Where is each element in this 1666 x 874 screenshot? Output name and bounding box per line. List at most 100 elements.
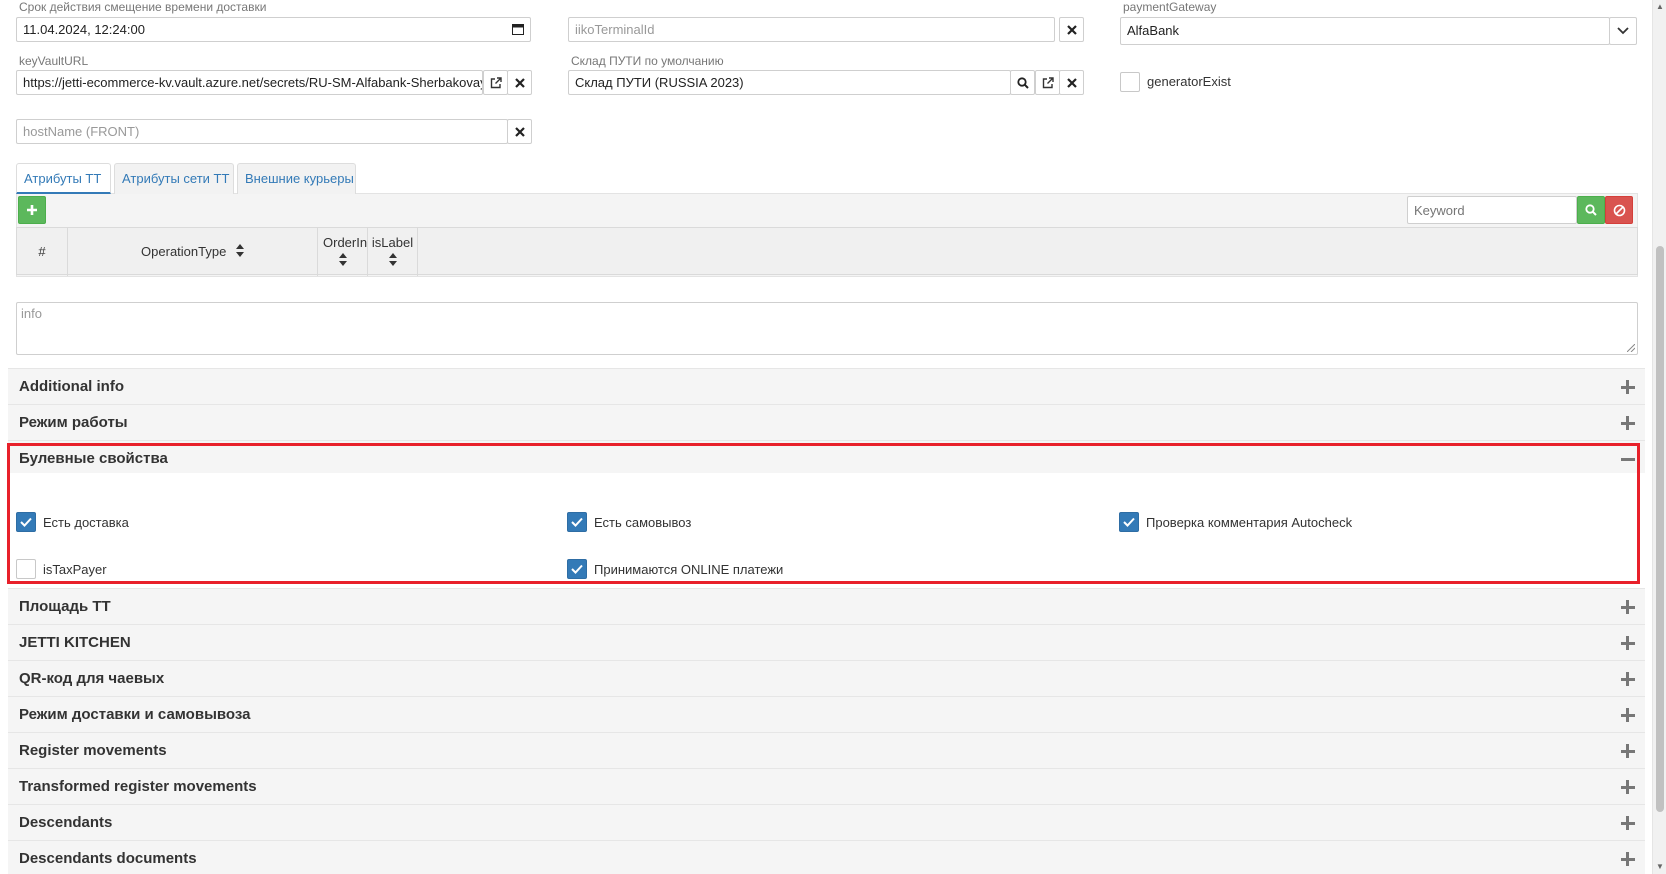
- section-additional-info[interactable]: Additional info: [8, 368, 1645, 404]
- section-title: Режим доставки и самовывоза: [19, 706, 251, 723]
- expand-icon[interactable]: [1621, 852, 1635, 866]
- is-tax-payer-label: isTaxPayer: [43, 562, 107, 577]
- key-vault-label: keyVaultURL: [19, 54, 89, 68]
- section-delivery-mode[interactable]: Режим доставки и самовывоза: [8, 696, 1645, 732]
- expand-icon[interactable]: [1621, 380, 1635, 394]
- keyword-search-button[interactable]: [1577, 196, 1605, 224]
- keyword-clear-button[interactable]: [1605, 196, 1633, 224]
- has-delivery-checkbox[interactable]: [16, 512, 36, 532]
- expand-icon[interactable]: [1621, 600, 1635, 614]
- section-transformed-register-movements[interactable]: Transformed register movements: [8, 768, 1645, 804]
- sort-icon[interactable]: [235, 229, 244, 277]
- check-icon: [571, 564, 583, 574]
- chevron-down-icon: [1617, 27, 1629, 35]
- scroll-down-icon[interactable]: ▼: [1653, 860, 1666, 874]
- autocheck-comment-checkbox[interactable]: [1119, 512, 1139, 532]
- section-title: Булевные свойства: [19, 450, 168, 467]
- collapse-icon[interactable]: [1621, 452, 1635, 466]
- warehouse-input[interactable]: Склад ПУТИ (RUSSIA 2023): [568, 70, 1011, 95]
- section-jetti-kitchen[interactable]: JETTI KITCHEN: [8, 624, 1645, 660]
- close-icon: [1066, 77, 1077, 88]
- payment-gateway-value: AlfaBank: [1127, 23, 1180, 38]
- col-order-index-label: OrderIndex: [323, 235, 368, 250]
- generator-exist-label: generatorExist: [1147, 74, 1231, 89]
- vertical-scrollbar[interactable]: ▲ ▼: [1652, 0, 1666, 874]
- expand-icon[interactable]: [1621, 744, 1635, 758]
- section-title: JETTI KITCHEN: [19, 634, 131, 651]
- tab-external-couriers[interactable]: Внешние курьеры: [237, 163, 356, 194]
- key-vault-open-button[interactable]: [483, 70, 508, 95]
- delivery-offset-value: 11.04.2024, 12:24:00: [23, 22, 145, 37]
- check-icon: [571, 517, 583, 527]
- warehouse-clear-button[interactable]: [1059, 70, 1084, 95]
- col-operation-type[interactable]: OperationType: [68, 228, 318, 276]
- resize-handle-icon[interactable]: [1627, 344, 1635, 352]
- expand-icon[interactable]: [1621, 816, 1635, 830]
- col-order-index[interactable]: OrderIndex: [318, 228, 368, 276]
- tab-attributes-tt[interactable]: Атрибуты ТТ: [16, 163, 111, 194]
- section-register-movements[interactable]: Register movements: [8, 732, 1645, 768]
- close-icon: [1066, 24, 1077, 35]
- plus-icon: [27, 205, 37, 215]
- iiko-terminal-clear-button[interactable]: [1059, 17, 1084, 42]
- key-vault-input[interactable]: https://jetti-ecommerce-kv.vault.azure.n…: [16, 70, 483, 95]
- warehouse-label: Склад ПУТИ по умолчанию: [571, 54, 724, 68]
- has-pickup-label: Есть самовывоз: [594, 515, 692, 530]
- info-textarea[interactable]: info: [16, 302, 1638, 355]
- search-icon: [1585, 204, 1597, 216]
- calendar-icon[interactable]: [512, 23, 524, 35]
- col-is-label-label: isLabel: [371, 235, 414, 250]
- expand-icon[interactable]: [1621, 708, 1635, 722]
- section-title: Register movements: [19, 742, 167, 759]
- payment-gateway-label: paymentGateway: [1123, 0, 1217, 14]
- is-tax-payer-checkbox[interactable]: [16, 559, 36, 579]
- section-boolean-props[interactable]: Булевные свойства: [8, 440, 1645, 476]
- has-pickup-checkbox[interactable]: [567, 512, 587, 532]
- key-vault-clear-button[interactable]: [507, 70, 532, 95]
- section-title: QR-код для чаевых: [19, 670, 165, 687]
- host-name-placeholder: hostName (FRONT): [23, 124, 140, 139]
- search-icon: [1016, 76, 1029, 89]
- sort-icon[interactable]: [338, 253, 347, 266]
- warehouse-open-button[interactable]: [1035, 70, 1060, 95]
- expand-icon[interactable]: [1621, 672, 1635, 686]
- add-row-button[interactable]: [18, 196, 46, 224]
- online-payments-label: Принимаются ONLINE платежи: [594, 562, 784, 577]
- section-qr-tips[interactable]: QR-код для чаевых: [8, 660, 1645, 696]
- generator-exist-checkbox[interactable]: [1120, 72, 1140, 92]
- scroll-up-icon[interactable]: ▲: [1653, 0, 1666, 14]
- sort-icon[interactable]: [388, 253, 397, 266]
- col-number: #: [17, 228, 68, 276]
- external-link-icon: [1042, 76, 1054, 88]
- section-descendants-documents[interactable]: Descendants documents: [8, 840, 1645, 874]
- section-area[interactable]: Площадь ТТ: [8, 588, 1645, 624]
- scroll-thumb[interactable]: [1656, 246, 1664, 812]
- ban-icon: [1613, 204, 1625, 216]
- delivery-offset-input[interactable]: 11.04.2024, 12:24:00: [16, 17, 531, 42]
- online-payments-checkbox[interactable]: [567, 559, 587, 579]
- warehouse-search-button[interactable]: [1010, 70, 1035, 95]
- iiko-terminal-placeholder: iikoTerminalId: [575, 22, 655, 37]
- payment-gateway-dropdown-button[interactable]: [1609, 17, 1637, 45]
- iiko-terminal-input[interactable]: iikoTerminalId: [568, 17, 1055, 42]
- section-title: Площадь ТТ: [19, 598, 111, 615]
- payment-gateway-select[interactable]: AlfaBank: [1120, 17, 1610, 45]
- tab-network-attributes[interactable]: Атрибуты сети ТТ: [114, 163, 234, 194]
- section-work-mode[interactable]: Режим работы: [8, 404, 1645, 440]
- close-icon: [514, 126, 525, 137]
- host-name-input[interactable]: hostName (FRONT): [16, 119, 508, 144]
- section-title: Transformed register movements: [19, 778, 257, 795]
- section-descendants[interactable]: Descendants: [8, 804, 1645, 840]
- info-placeholder: info: [21, 306, 42, 321]
- key-vault-value: https://jetti-ecommerce-kv.vault.azure.n…: [23, 75, 483, 90]
- col-is-label[interactable]: isLabel: [368, 228, 418, 276]
- close-icon: [514, 77, 525, 88]
- expand-icon[interactable]: [1621, 416, 1635, 430]
- host-name-clear-button[interactable]: [507, 119, 532, 144]
- section-title: Additional info: [19, 378, 124, 395]
- keyword-search-input[interactable]: [1407, 196, 1577, 224]
- check-icon: [20, 517, 32, 527]
- autocheck-comment-label: Проверка комментария Autocheck: [1146, 515, 1353, 530]
- expand-icon[interactable]: [1621, 636, 1635, 650]
- expand-icon[interactable]: [1621, 780, 1635, 794]
